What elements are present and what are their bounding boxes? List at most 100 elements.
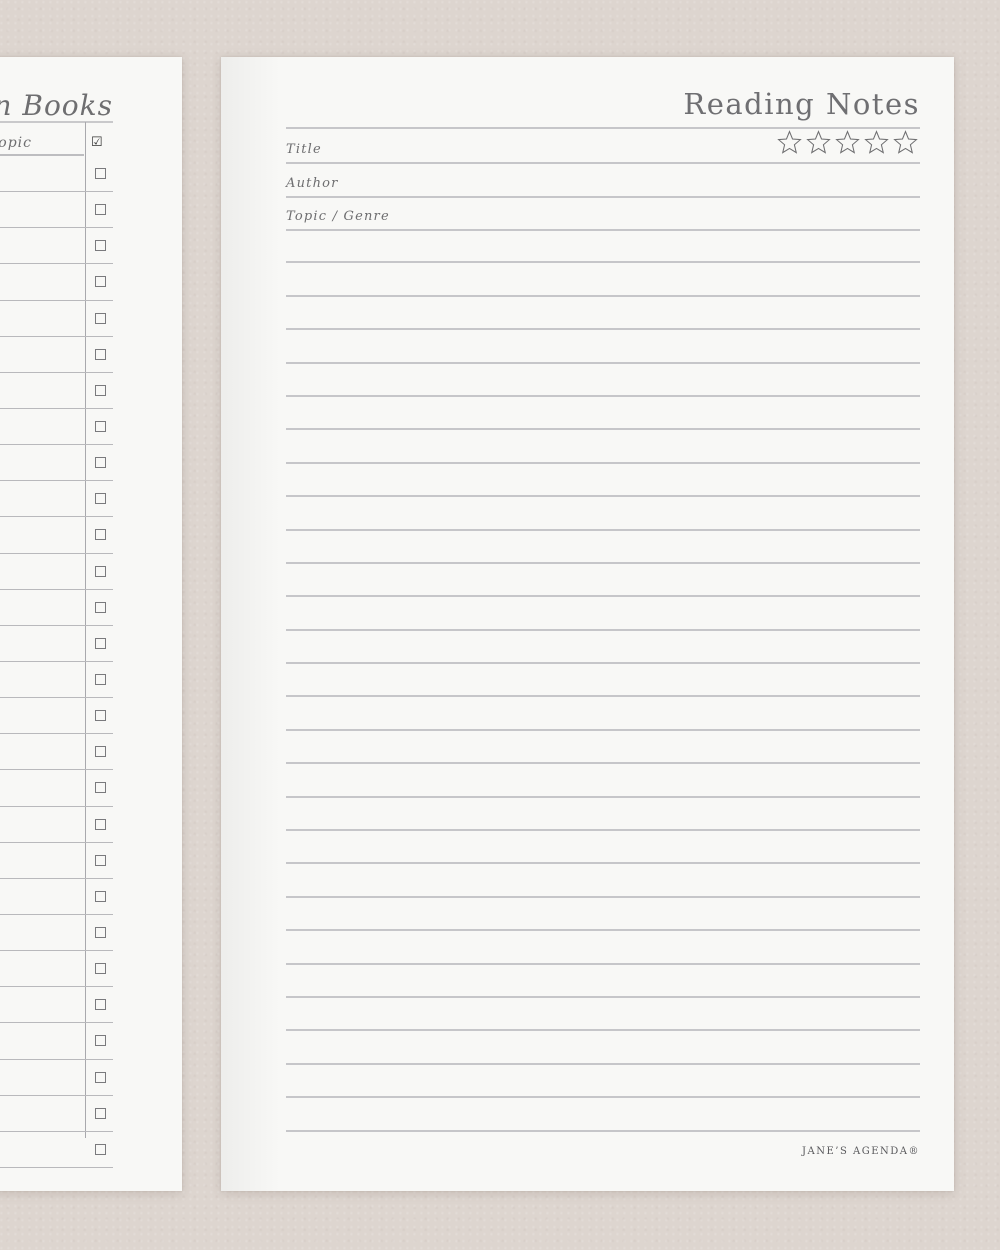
note-line[interactable] xyxy=(286,497,920,531)
title-rule xyxy=(0,121,113,123)
note-line[interactable] xyxy=(286,564,920,598)
row-checkbox[interactable] xyxy=(95,204,106,216)
note-line[interactable] xyxy=(286,297,920,331)
list-row[interactable] xyxy=(0,951,113,988)
list-row[interactable] xyxy=(0,843,113,879)
list-row[interactable] xyxy=(0,156,113,193)
note-line[interactable] xyxy=(286,1098,920,1132)
note-line[interactable] xyxy=(286,364,920,397)
list-row[interactable] xyxy=(0,481,113,518)
note-line[interactable] xyxy=(286,597,920,631)
row-checkbox[interactable] xyxy=(95,818,106,830)
note-line[interactable] xyxy=(286,764,920,798)
title-field[interactable]: Title xyxy=(286,129,920,164)
note-line[interactable] xyxy=(286,1031,920,1065)
note-line[interactable] xyxy=(286,798,920,832)
note-line[interactable] xyxy=(286,631,920,665)
checkbox-column-header-icon: ☑ xyxy=(91,135,103,150)
topic-genre-field[interactable]: Topic / Genre xyxy=(286,196,920,231)
row-checkbox[interactable] xyxy=(95,457,106,469)
note-line[interactable] xyxy=(286,397,920,431)
title-field-label: Title xyxy=(286,142,322,157)
row-checkbox[interactable] xyxy=(95,926,106,938)
list-row[interactable] xyxy=(0,698,113,735)
spine-shadow xyxy=(221,57,281,1191)
note-line[interactable] xyxy=(286,464,920,498)
list-row[interactable] xyxy=(0,554,113,590)
list-row[interactable] xyxy=(0,373,113,409)
row-checkbox[interactable] xyxy=(95,746,106,758)
row-checkbox[interactable] xyxy=(95,565,106,577)
row-checkbox[interactable] xyxy=(95,420,106,432)
page-title: Reading Notes xyxy=(683,87,920,121)
books-list-title: n Books xyxy=(0,89,113,122)
list-row[interactable] xyxy=(0,192,113,229)
row-checkbox[interactable] xyxy=(95,348,106,360)
topic-genre-field-label: Topic / Genre xyxy=(286,209,390,224)
note-line[interactable] xyxy=(286,998,920,1032)
row-checkbox[interactable] xyxy=(95,276,106,288)
list-row[interactable] xyxy=(0,1096,113,1132)
row-checkbox[interactable] xyxy=(95,963,106,975)
row-checkbox[interactable] xyxy=(95,240,106,252)
note-line[interactable] xyxy=(286,864,920,898)
row-checkbox[interactable] xyxy=(95,493,106,505)
list-row[interactable] xyxy=(0,337,113,373)
left-page: n Books opic ☑ xyxy=(0,57,182,1191)
note-lines[interactable] xyxy=(286,230,920,1132)
list-row[interactable] xyxy=(0,987,113,1024)
list-row[interactable] xyxy=(0,1132,113,1168)
list-row[interactable] xyxy=(0,915,113,952)
row-checkbox[interactable] xyxy=(95,1071,106,1083)
row-checkbox[interactable] xyxy=(95,637,106,649)
list-row[interactable] xyxy=(0,517,113,554)
brand-label: JANE’S AGENDA® xyxy=(802,1146,920,1157)
list-row[interactable] xyxy=(0,409,113,446)
note-line[interactable] xyxy=(286,430,920,464)
note-line[interactable] xyxy=(286,965,920,998)
note-line[interactable] xyxy=(286,898,920,932)
row-checkbox[interactable] xyxy=(95,890,106,902)
note-line[interactable] xyxy=(286,263,920,297)
list-row[interactable] xyxy=(0,734,113,771)
list-row[interactable] xyxy=(0,1060,113,1096)
row-checkbox[interactable] xyxy=(95,601,106,613)
list-row[interactable] xyxy=(0,1023,113,1060)
row-checkbox[interactable] xyxy=(95,529,106,541)
row-checkbox[interactable] xyxy=(95,854,106,866)
list-row[interactable] xyxy=(0,770,113,807)
reading-notes-page: Reading Notes Title Author Topic / Genre… xyxy=(221,57,954,1191)
note-line[interactable] xyxy=(286,731,920,765)
row-checkbox[interactable] xyxy=(95,1143,106,1155)
note-line[interactable] xyxy=(286,230,920,264)
row-checkbox[interactable] xyxy=(95,710,106,722)
note-line[interactable] xyxy=(286,1065,920,1099)
row-checkbox[interactable] xyxy=(95,168,106,179)
list-row[interactable] xyxy=(0,662,113,699)
note-line[interactable] xyxy=(286,531,920,564)
topic-column-label: opic xyxy=(0,135,32,151)
list-row[interactable] xyxy=(0,445,113,482)
list-row[interactable] xyxy=(0,879,113,915)
note-line[interactable] xyxy=(286,931,920,965)
row-checkbox[interactable] xyxy=(95,384,106,396)
note-line[interactable] xyxy=(286,664,920,698)
book-list-rows xyxy=(0,156,113,1168)
row-checkbox[interactable] xyxy=(95,999,106,1011)
author-field-label: Author xyxy=(286,176,339,191)
list-row[interactable] xyxy=(0,590,113,626)
note-line[interactable] xyxy=(286,697,920,731)
list-row[interactable] xyxy=(0,228,113,265)
row-checkbox[interactable] xyxy=(95,1107,106,1119)
list-row[interactable] xyxy=(0,264,113,301)
row-checkbox[interactable] xyxy=(95,312,106,324)
row-checkbox[interactable] xyxy=(95,1035,106,1047)
list-row[interactable] xyxy=(0,301,113,337)
row-checkbox[interactable] xyxy=(95,673,106,685)
note-line[interactable] xyxy=(286,831,920,865)
list-row[interactable] xyxy=(0,807,113,843)
row-checkbox[interactable] xyxy=(95,782,106,794)
note-line[interactable] xyxy=(286,330,920,364)
author-field[interactable]: Author xyxy=(286,163,920,198)
list-row[interactable] xyxy=(0,626,113,662)
